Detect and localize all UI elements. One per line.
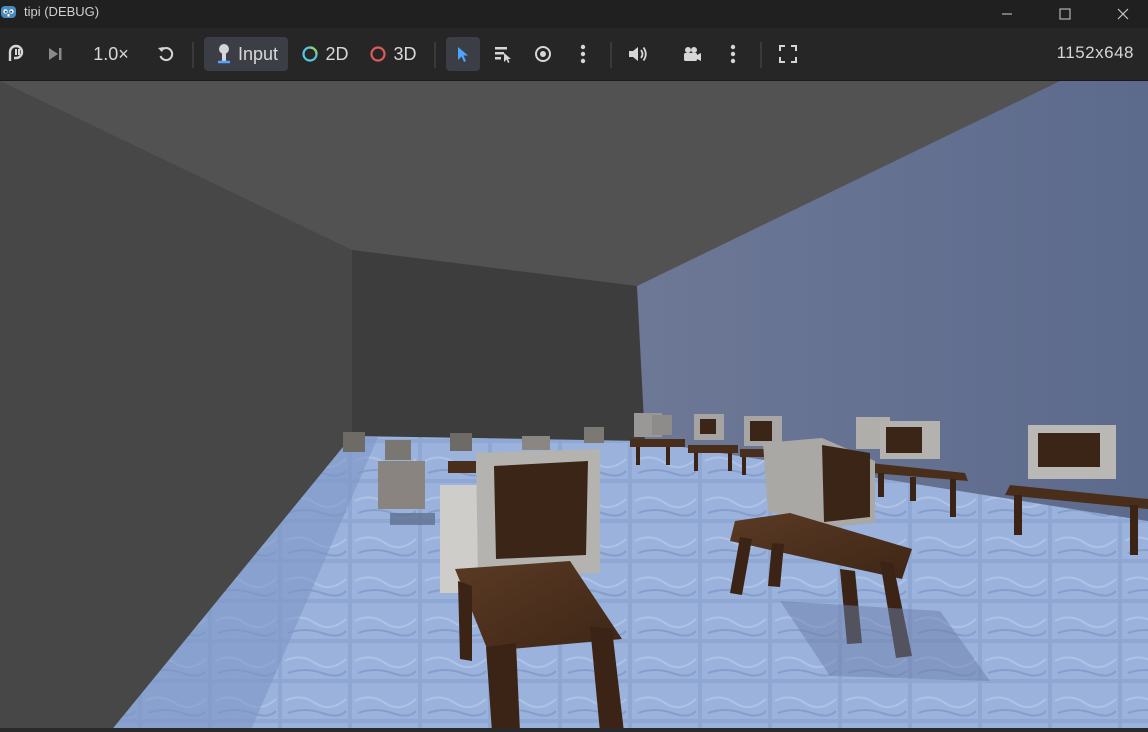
vertical-dots-icon bbox=[730, 44, 736, 64]
toolbar-separator bbox=[434, 42, 436, 68]
next-frame-button[interactable] bbox=[40, 37, 70, 71]
godot-icon bbox=[0, 3, 18, 21]
resolution-label: 1152x648 bbox=[1056, 43, 1134, 62]
input-toggle-button[interactable]: Input bbox=[204, 37, 288, 71]
classroom-scene bbox=[0, 81, 1148, 732]
toolbar-separator bbox=[760, 42, 762, 68]
window-bottom-border bbox=[0, 728, 1148, 732]
close-icon bbox=[1117, 8, 1129, 20]
ring-2d-icon bbox=[302, 46, 319, 62]
vertical-dots-icon bbox=[580, 44, 586, 64]
cursor-arrow-icon bbox=[458, 47, 468, 62]
mode-2d-label: 2D bbox=[325, 43, 349, 64]
maximize-button[interactable] bbox=[1036, 0, 1094, 28]
close-button[interactable] bbox=[1094, 0, 1148, 28]
step-forward-icon bbox=[49, 48, 62, 60]
speed-label: 1.0× bbox=[93, 43, 129, 64]
debug-toolbar: 1.0× Input 2D 3D 1152x648 bbox=[0, 28, 1148, 81]
reset-icon bbox=[158, 47, 174, 62]
title-bar: tipi (DEBUG) bbox=[0, 0, 1148, 28]
list-select-button[interactable] bbox=[486, 37, 520, 71]
mode-2d-button[interactable]: 2D bbox=[296, 37, 354, 71]
eye-icon bbox=[535, 46, 551, 62]
suspend-icon bbox=[8, 44, 24, 61]
toolbar-separator bbox=[192, 42, 194, 68]
minimize-button[interactable] bbox=[978, 0, 1036, 28]
maximize-icon bbox=[1059, 8, 1071, 20]
ring-3d-icon bbox=[370, 46, 387, 62]
mode-3d-button[interactable]: 3D bbox=[364, 37, 422, 71]
select-mode-button[interactable] bbox=[446, 37, 480, 71]
fullscreen-button[interactable] bbox=[772, 37, 804, 71]
movie-camera-icon bbox=[684, 47, 701, 61]
minimize-icon bbox=[1002, 13, 1012, 15]
window-title: tipi (DEBUG) bbox=[24, 4, 100, 19]
visibility-button[interactable] bbox=[526, 37, 560, 71]
speaker-icon bbox=[629, 46, 647, 62]
game-viewport[interactable] bbox=[0, 81, 1148, 732]
more-options-button[interactable] bbox=[568, 37, 598, 71]
expand-icon bbox=[779, 45, 797, 63]
camera-options-button[interactable] bbox=[718, 37, 748, 71]
speed-selector[interactable]: 1.0× bbox=[82, 37, 140, 71]
joystick-icon bbox=[217, 44, 230, 64]
list-cursor-icon bbox=[495, 47, 511, 63]
camera-override-button[interactable] bbox=[676, 37, 708, 71]
mode-3d-label: 3D bbox=[393, 43, 417, 64]
suspend-button[interactable] bbox=[2, 37, 32, 71]
mute-audio-button[interactable] bbox=[622, 37, 654, 71]
reset-speed-button[interactable] bbox=[150, 37, 182, 71]
input-label: Input bbox=[237, 43, 279, 64]
toolbar-separator bbox=[610, 42, 612, 68]
